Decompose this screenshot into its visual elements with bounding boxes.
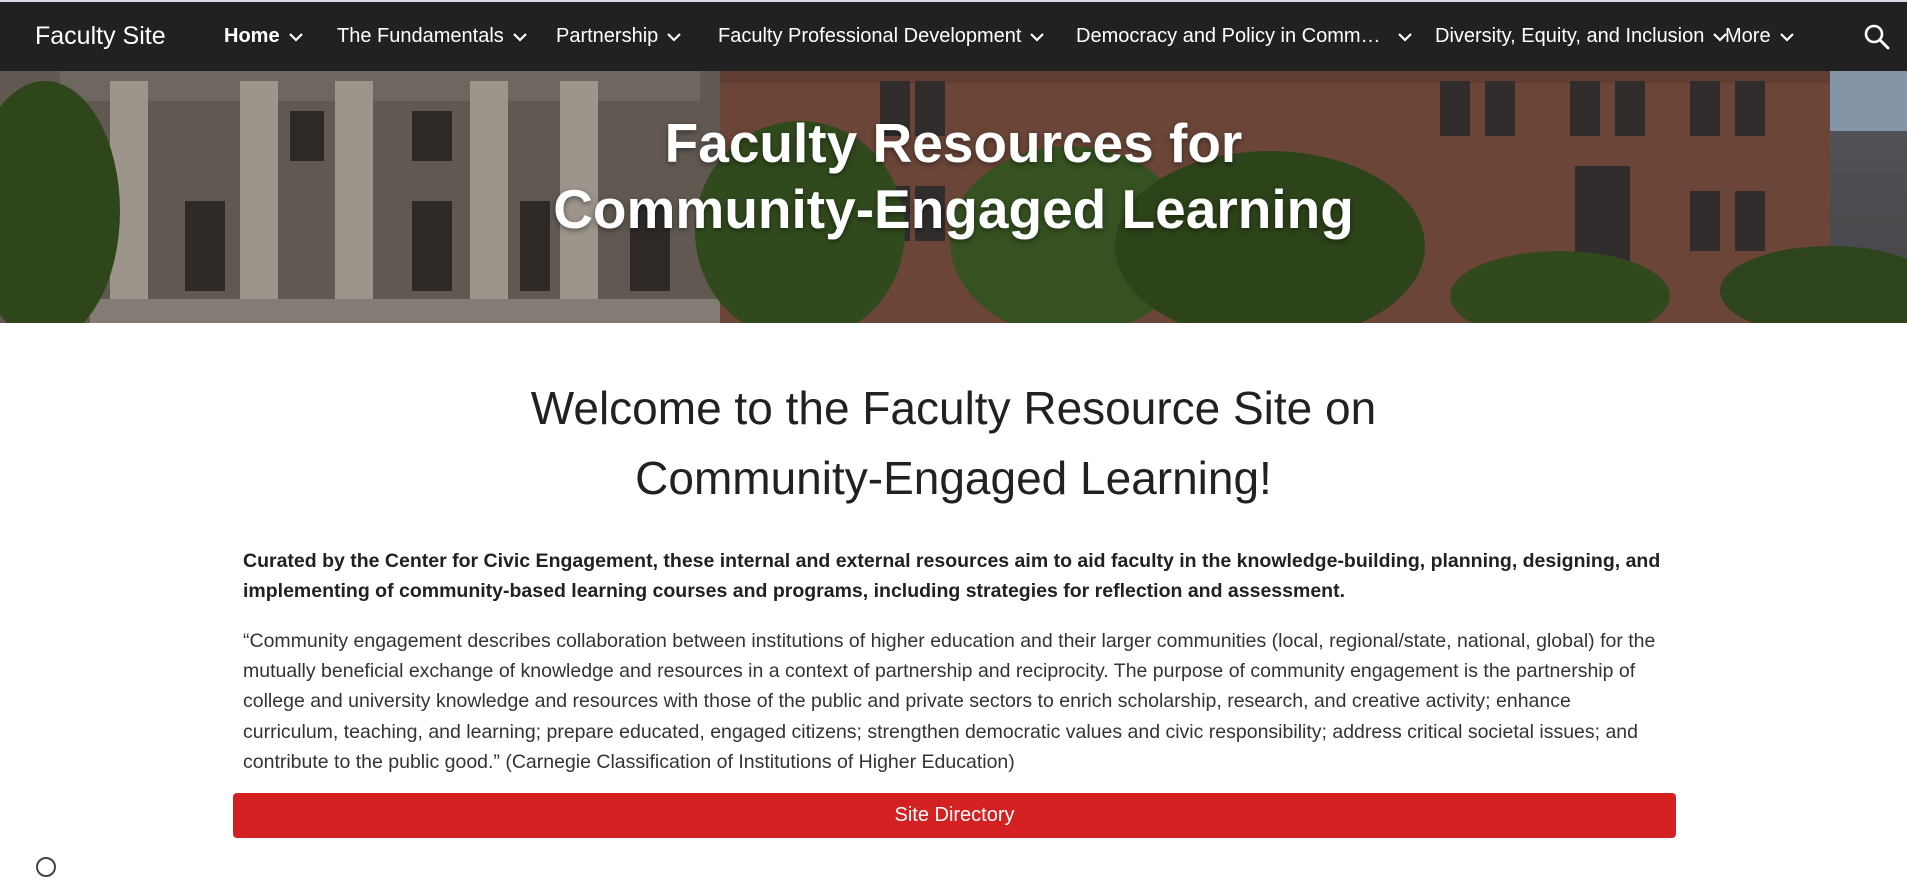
welcome-heading-line-2: Community-Engaged Learning! <box>635 452 1272 504</box>
nav-item-label: The Fundamentals <box>337 25 504 47</box>
site-title[interactable]: Faculty Site <box>35 2 166 71</box>
nav-item-label: Home <box>224 25 280 47</box>
hero-title-line-1: Faculty Resources for <box>664 112 1243 174</box>
info-icon[interactable] <box>35 856 57 878</box>
site-directory-button[interactable]: Site Directory <box>233 793 1676 838</box>
nav-item-home[interactable]: Home <box>224 2 306 71</box>
carnegie-quote-paragraph: “Community engagement describes collabor… <box>243 630 1656 773</box>
chevron-down-icon[interactable] <box>664 27 684 47</box>
welcome-heading-line-1: Welcome to the Faculty Resource Site on <box>530 382 1377 434</box>
nav-item-label: Faculty Professional Development <box>718 25 1022 47</box>
nav-item-more[interactable]: More <box>1725 2 1797 71</box>
search-icon[interactable] <box>1862 22 1892 52</box>
top-navigation-bar: Faculty Site Home The Fundamentals Partn… <box>0 0 1907 71</box>
chevron-down-icon[interactable] <box>1395 27 1415 47</box>
nav-item-partnership[interactable]: Partnership <box>556 2 684 71</box>
nav-item-label: Democracy and Policy in Comm… <box>1076 25 1381 47</box>
nav-item-label: Diversity, Equity, and Inclusion <box>1435 25 1705 47</box>
hero-title-line-2: Community-Engaged Learning <box>553 178 1354 240</box>
nav-item-label: Partnership <box>556 25 659 47</box>
nav-item-diversity-equity-inclusion[interactable]: Diversity, Equity, and Inclusion <box>1435 2 1730 71</box>
nav-item-label: More <box>1725 25 1771 47</box>
chevron-down-icon[interactable] <box>510 27 530 47</box>
intro-paragraph: Curated by the Center for Civic Engageme… <box>243 550 1661 602</box>
chevron-down-icon[interactable] <box>286 27 306 47</box>
nav-item-democracy-and-policy[interactable]: Democracy and Policy in Comm… <box>1076 2 1415 71</box>
chevron-down-icon[interactable] <box>1777 27 1797 47</box>
nav-item-faculty-professional-development[interactable]: Faculty Professional Development <box>718 2 1047 71</box>
chevron-down-icon[interactable] <box>1027 27 1047 47</box>
site-directory-button-label: Site Directory <box>894 804 1015 826</box>
nav-item-the-fundamentals[interactable]: The Fundamentals <box>337 2 530 71</box>
hero-banner: Faculty Resources for Community-Engaged … <box>0 71 1907 323</box>
